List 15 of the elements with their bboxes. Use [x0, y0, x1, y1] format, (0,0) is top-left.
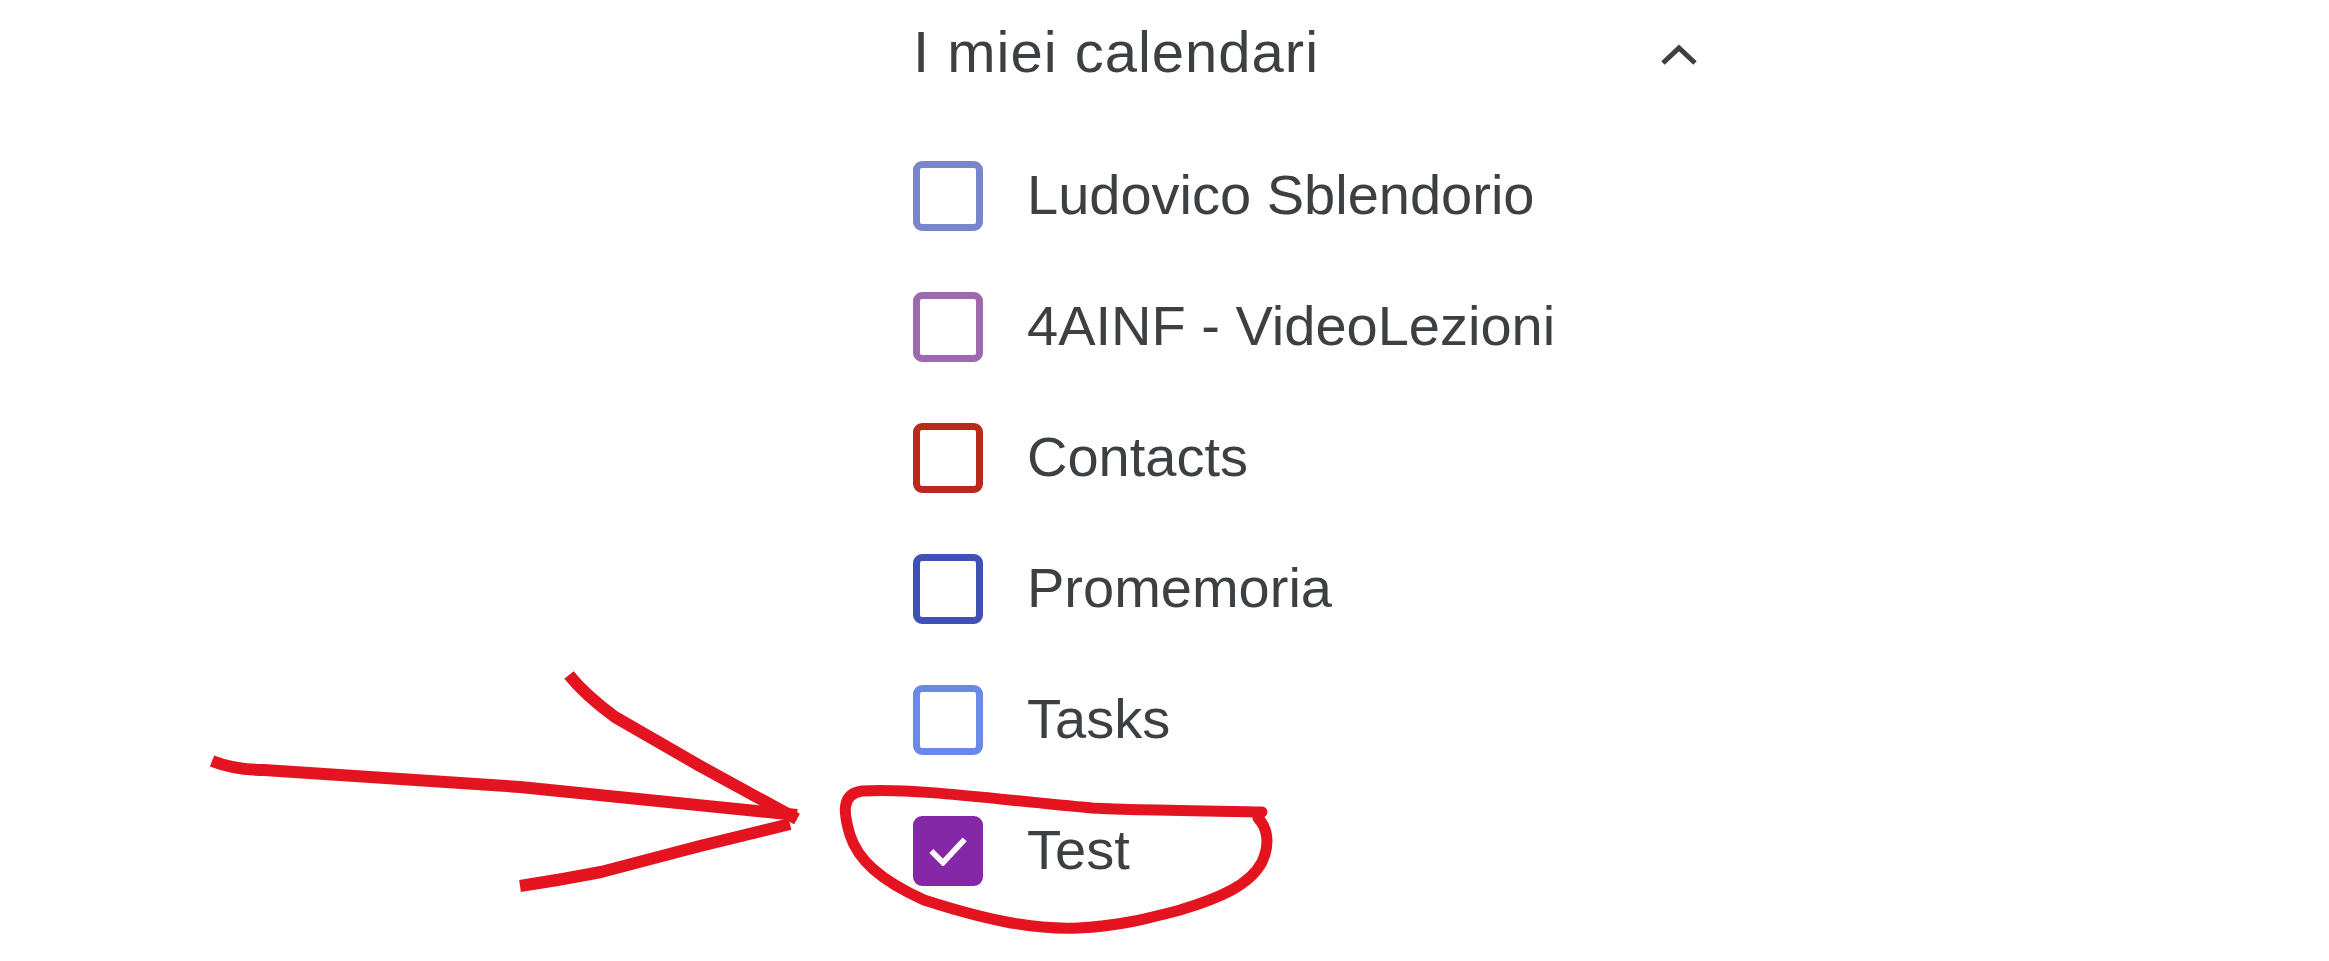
calendar-checkbox[interactable]: [913, 553, 983, 624]
calendar-name: 4AINF - VideoLezioni: [1027, 294, 1556, 359]
calendar-name: Contacts: [1027, 425, 1248, 490]
calendar-name: Ludovico Sblendorio: [1027, 163, 1535, 228]
calendar-checkbox[interactable]: [913, 291, 983, 362]
check-icon: [928, 835, 968, 866]
calendar-checkbox[interactable]: [913, 815, 983, 886]
calendar-name: Promemoria: [1027, 556, 1332, 621]
section-title: I miei calendari: [913, 18, 1320, 86]
calendar-name: Tasks: [1027, 687, 1171, 752]
calendar-checkbox[interactable]: [913, 422, 983, 493]
calendar-name: Test: [1027, 818, 1130, 883]
chevron-icon[interactable]: [1659, 44, 1699, 66]
calendar-checkbox[interactable]: [913, 160, 983, 231]
calendar-checkbox[interactable]: [913, 684, 983, 755]
